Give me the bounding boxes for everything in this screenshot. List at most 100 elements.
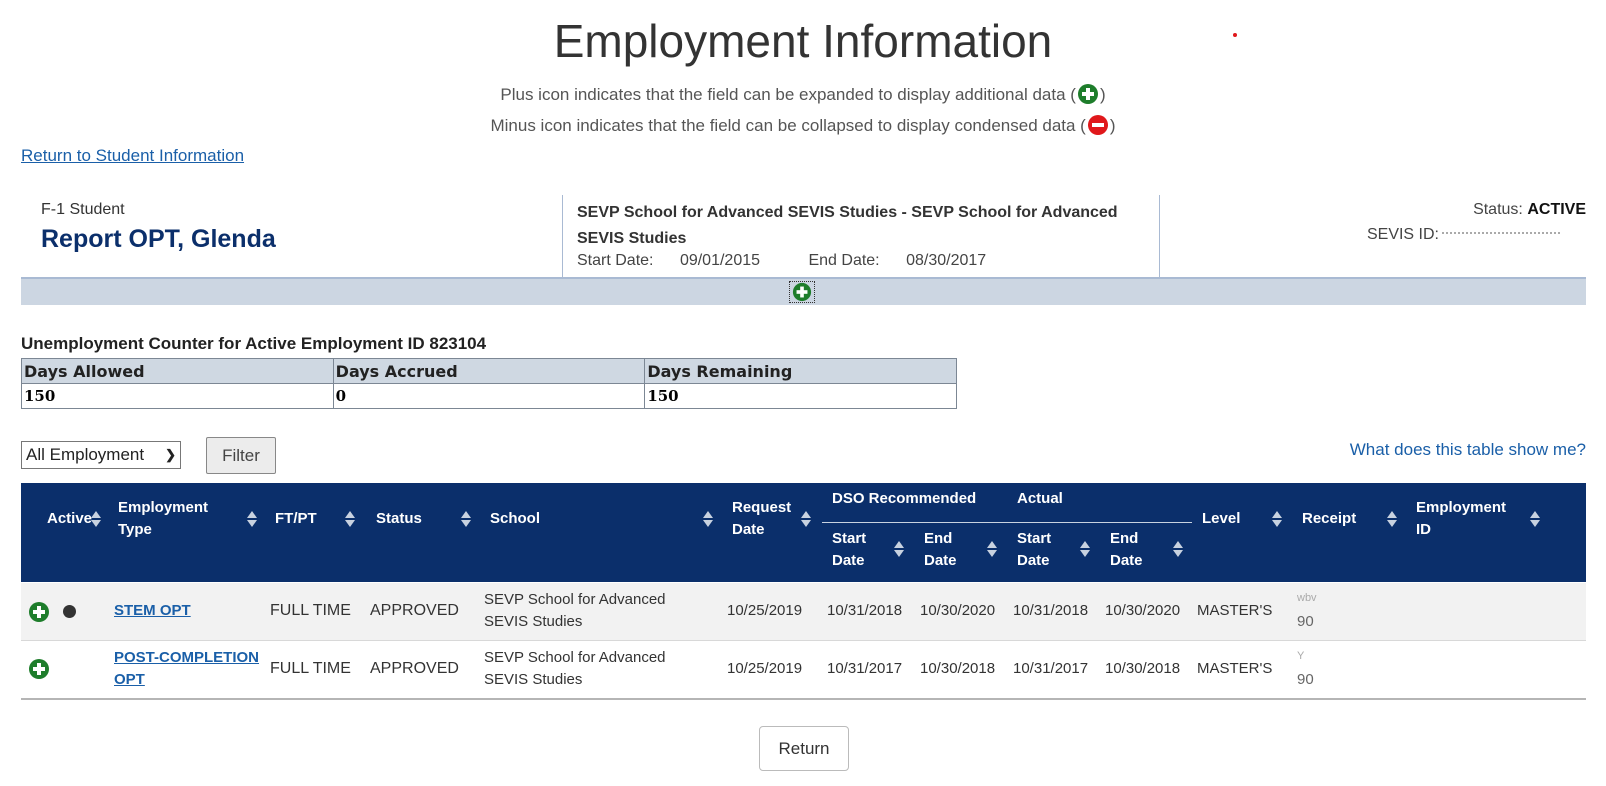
expand-bar xyxy=(21,279,1586,305)
employment-filter-select[interactable]: All Employment ❯ xyxy=(21,441,181,469)
col-level[interactable]: Level xyxy=(1202,508,1240,530)
col-active[interactable]: Active xyxy=(47,508,92,530)
col-receipt[interactable]: Receipt xyxy=(1302,508,1356,530)
receipt-cell-partial: wbv xyxy=(1297,592,1317,604)
sort-icon[interactable] xyxy=(1272,510,1282,528)
page-title: Employment Information xyxy=(553,15,1053,67)
expand-row-plus-icon[interactable] xyxy=(28,658,50,680)
plus-circle-icon xyxy=(792,282,812,302)
chevron-down-icon: ❯ xyxy=(165,447,176,462)
school-cell: SEVP School for Advanced SEVIS Studies xyxy=(484,591,666,630)
days-remaining-header: Days Remaining xyxy=(644,358,957,384)
legend-minus-text: Minus icon indicates that the field can … xyxy=(490,116,1086,135)
receipt-cell-suffix: 90 xyxy=(1297,671,1314,688)
col-ftpt[interactable]: FT/PT xyxy=(275,508,317,530)
sevis-id-line: SEVIS ID: xyxy=(1367,226,1560,244)
actual-end-cell: 10/30/2020 xyxy=(1105,602,1181,619)
sort-icon[interactable] xyxy=(1080,540,1090,558)
active-indicator-dot xyxy=(63,605,76,618)
legend-plus-line: Plus icon indicates that the field can b… xyxy=(0,83,1606,105)
legend-close-paren-2: ) xyxy=(1109,116,1116,135)
school-info: SEVP School for Advanced SEVIS Studies -… xyxy=(562,195,1160,277)
sort-icon[interactable] xyxy=(1387,510,1397,528)
group-dso-recommended: DSO Recommended xyxy=(832,490,977,507)
col-status[interactable]: Status xyxy=(376,508,422,530)
expand-details-button[interactable] xyxy=(789,281,815,303)
actual-end-cell: 10/30/2018 xyxy=(1105,660,1181,677)
legend-plus-text: Plus icon indicates that the field can b… xyxy=(500,85,1076,104)
expand-row-plus-icon[interactable] xyxy=(28,601,50,623)
status-cell: APPROVED xyxy=(370,602,459,619)
student-info-panel: F-1 Student Report OPT, Glenda SEVP Scho… xyxy=(21,195,1586,279)
program-dates: Start Date: 09/01/2015 End Date: 08/30/2… xyxy=(577,252,1030,270)
sort-icon[interactable] xyxy=(247,510,257,528)
receipt-cell-partial: Y xyxy=(1297,650,1305,662)
table-row: POST-COMPLETION OPT FULL TIME APPROVED S… xyxy=(21,641,1586,700)
days-accrued-header: Days Accrued xyxy=(332,358,646,384)
sort-icon[interactable] xyxy=(345,510,355,528)
group-actual: Actual xyxy=(1017,490,1063,507)
unemployment-counter-table: Days Allowed Days Accrued Days Remaining… xyxy=(21,358,957,409)
school-name: SEVP School for Advanced SEVIS Studies -… xyxy=(577,204,1118,247)
redacted-sevis-id xyxy=(1442,231,1560,238)
school-cell: SEVP School for Advanced SEVIS Studies xyxy=(484,649,666,688)
col-school[interactable]: School xyxy=(490,508,540,530)
return-to-student-link[interactable]: Return to Student Information xyxy=(21,146,244,166)
student-name: Report OPT, Glenda xyxy=(41,225,276,253)
days-allowed-header: Days Allowed xyxy=(21,358,334,384)
dso-start-cell: 10/31/2018 xyxy=(827,602,903,619)
group-divider xyxy=(822,522,1192,523)
ftpt-cell: FULL TIME xyxy=(270,602,351,619)
employment-type-link[interactable]: POST-COMPLETION OPT xyxy=(114,649,259,688)
col-request-date[interactable]: Request Date xyxy=(732,497,802,541)
level-cell: MASTER'S xyxy=(1197,660,1273,677)
filter-button[interactable]: Filter xyxy=(206,437,276,474)
dso-end-cell: 10/30/2020 xyxy=(920,602,996,619)
days-allowed-value: 150 xyxy=(21,383,334,409)
legend-minus-line: Minus icon indicates that the field can … xyxy=(0,114,1606,136)
sort-icon[interactable] xyxy=(1530,510,1540,528)
status-value: ACTIVE xyxy=(1527,201,1586,218)
student-type: F-1 Student xyxy=(41,201,125,218)
days-remaining-value: 150 xyxy=(644,383,957,409)
col-dso-end-date[interactable]: End Date xyxy=(924,528,974,572)
col-actual-start-date[interactable]: Start Date xyxy=(1017,528,1067,572)
col-employment-id[interactable]: Employment ID xyxy=(1416,497,1516,541)
plus-circle-icon xyxy=(1077,84,1098,104)
receipt-cell-suffix: 90 xyxy=(1297,613,1314,630)
dso-start-cell: 10/31/2017 xyxy=(827,660,903,677)
request-date-cell: 10/25/2019 xyxy=(727,660,803,677)
sort-icon[interactable] xyxy=(461,510,471,528)
col-employment-type[interactable]: Employment Type xyxy=(118,497,228,541)
level-cell: MASTER'S xyxy=(1197,602,1273,619)
red-dot-marker xyxy=(1233,33,1237,37)
sort-icon[interactable] xyxy=(91,510,101,528)
col-dso-start-date[interactable]: Start Date xyxy=(832,528,882,572)
sort-icon[interactable] xyxy=(894,540,904,558)
minus-circle-icon xyxy=(1087,115,1108,135)
sort-icon[interactable] xyxy=(801,510,811,528)
table-row: STEM OPT FULL TIME APPROVED SEVP School … xyxy=(21,583,1586,641)
end-date-text: End Date: 08/30/2017 xyxy=(808,252,987,269)
request-date-cell: 10/25/2019 xyxy=(727,602,803,619)
status-info: Status: ACTIVE SEVIS ID: xyxy=(1159,195,1586,277)
actual-start-cell: 10/31/2017 xyxy=(1013,660,1089,677)
sort-icon[interactable] xyxy=(987,540,997,558)
dso-end-cell: 10/30/2018 xyxy=(920,660,996,677)
status-line: Status: ACTIVE xyxy=(1473,201,1586,218)
student-identity: F-1 Student Report OPT, Glenda xyxy=(21,195,562,277)
table-help-link[interactable]: What does this table show me? xyxy=(1350,440,1586,460)
return-button[interactable]: Return xyxy=(759,726,849,771)
sort-icon[interactable] xyxy=(703,510,713,528)
days-accrued-value: 0 xyxy=(332,383,646,409)
sort-icon[interactable] xyxy=(1173,540,1183,558)
status-cell: APPROVED xyxy=(370,660,459,677)
legend-close-paren: ) xyxy=(1099,85,1106,104)
table-header: Active Employment Type FT/PT Status Scho… xyxy=(21,483,1586,582)
col-actual-end-date[interactable]: End Date xyxy=(1110,528,1160,572)
start-date-text: Start Date: 09/01/2015 xyxy=(577,252,761,269)
ftpt-cell: FULL TIME xyxy=(270,660,351,677)
employment-type-link[interactable]: STEM OPT xyxy=(114,602,191,619)
actual-start-cell: 10/31/2018 xyxy=(1013,602,1089,619)
unemployment-counter-title: Unemployment Counter for Active Employme… xyxy=(21,334,487,353)
